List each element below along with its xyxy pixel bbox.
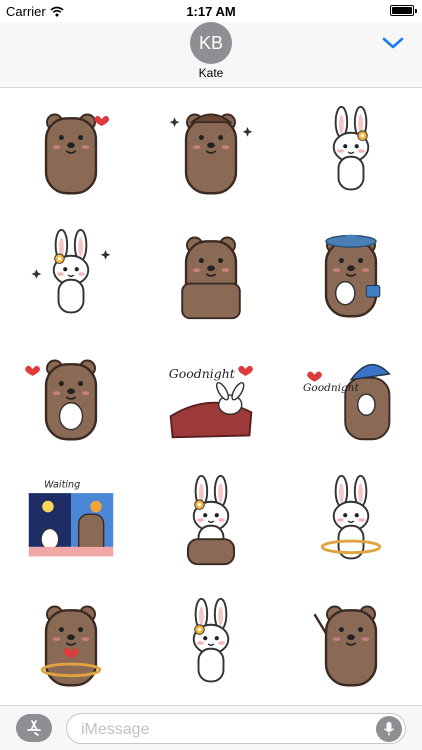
sticker-bear-bunny-window[interactable]: Waiting — [1, 458, 141, 581]
sticker-bear-hula-hoop-heart[interactable] — [1, 581, 141, 704]
sticker-bear-hug-bunny-heart[interactable] — [1, 335, 141, 458]
sticker-bunny-in-bed[interactable]: Goodnight — [141, 335, 281, 458]
bear-sticker-image — [169, 113, 253, 194]
avatar[interactable]: KB — [190, 22, 232, 64]
sticker-bear-blue-hat-bunny-bag[interactable] — [281, 212, 421, 335]
clock: 1:17 AM — [186, 4, 236, 19]
bunny-sticker-image — [192, 597, 230, 682]
bear-sticker-image — [44, 113, 110, 194]
bear-sticker-image — [181, 236, 241, 319]
bear-sticker-image: Goodnight — [303, 363, 391, 440]
contact-name[interactable]: Kate — [0, 66, 422, 80]
sticker-bunny-on-bear[interactable] — [141, 458, 281, 581]
message-input[interactable]: iMessage — [66, 713, 406, 744]
status-bar: Carrier 1:17 AM — [0, 0, 422, 22]
bunny-sticker-image — [187, 474, 235, 565]
conversation-header: KB Kate — [0, 22, 422, 88]
microphone-icon — [383, 722, 395, 736]
message-placeholder: iMessage — [81, 721, 150, 738]
sticker-bunny-flower-surprised[interactable] — [281, 89, 421, 212]
sticker-caption: Goodnight — [169, 365, 236, 380]
sticker-bear-waving[interactable] — [281, 581, 421, 704]
app-store-button[interactable] — [16, 714, 52, 742]
sticker-bear-nightcap-bunny[interactable]: Goodnight — [281, 335, 421, 458]
chevron-down-icon[interactable] — [382, 36, 404, 50]
battery-nub — [415, 9, 417, 13]
bear-sticker-image — [313, 605, 378, 686]
compose-bar: iMessage — [0, 705, 422, 750]
bunny-sticker-image — [320, 474, 382, 559]
sticker-bear-hat-sparkle[interactable] — [141, 89, 281, 212]
bear-sticker-image — [25, 359, 98, 440]
sticker-bear-blush-heart[interactable] — [1, 89, 141, 212]
sticker-bunny-flower-sparkle[interactable] — [1, 212, 141, 335]
sticker-caption: Waiting — [44, 479, 80, 490]
battery-fill — [392, 7, 412, 14]
sticker-bear-peek[interactable] — [141, 212, 281, 335]
sticker-grid: Goodnight Goodnight Waiting — [0, 89, 422, 705]
microphone-button[interactable] — [376, 716, 402, 742]
bear-sticker-image: Waiting — [28, 479, 114, 556]
bunny-sticker-image: Goodnight — [169, 365, 253, 438]
bunny-sticker-image — [332, 105, 370, 190]
bunny-sticker-image — [31, 228, 111, 313]
sticker-bunny-standing-flower[interactable] — [141, 581, 281, 704]
sticker-caption: Goodnight — [303, 382, 360, 394]
bear-sticker-image — [324, 234, 381, 317]
bear-sticker-image — [40, 605, 102, 686]
app-store-icon — [27, 720, 41, 736]
sticker-bunny-hula-hoop[interactable] — [281, 458, 421, 581]
battery-icon — [390, 5, 417, 16]
